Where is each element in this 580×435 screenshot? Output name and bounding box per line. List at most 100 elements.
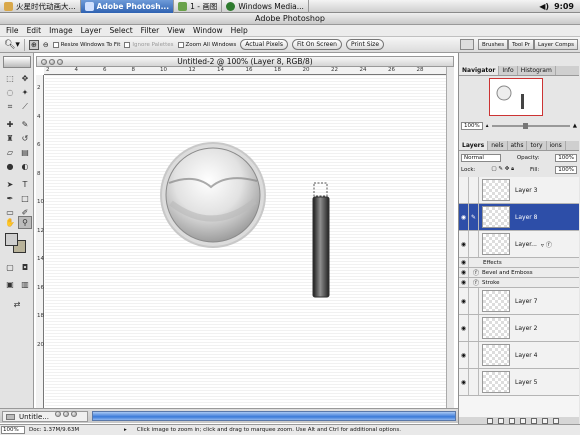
blend-mode-select[interactable]: Normal <box>461 153 501 162</box>
eye-icon[interactable]: ◉ <box>459 369 469 395</box>
palette-well-brushes[interactable]: Brushes <box>477 39 509 50</box>
link-toggle[interactable] <box>469 369 479 395</box>
eye-icon[interactable]: ◉ <box>459 204 469 230</box>
fit-on-screen-button[interactable]: Fit On Screen <box>291 39 342 50</box>
menu-edit[interactable]: Edit <box>23 26 46 35</box>
menu-image[interactable]: Image <box>45 26 77 35</box>
eraser-tool-icon[interactable]: ▱ <box>3 146 17 159</box>
marquee-tool-icon[interactable]: ⬚ <box>3 72 17 85</box>
vertical-scrollbar[interactable] <box>446 67 454 408</box>
layer-row-selected[interactable]: ◉ ✎ Layer 8 <box>459 204 579 231</box>
menu-help[interactable]: Help <box>227 26 252 35</box>
file-browser-icon[interactable] <box>459 39 474 50</box>
screen-mode-standard-icon[interactable]: ▣ <box>3 278 17 291</box>
horizontal-scrollbar[interactable] <box>92 411 456 421</box>
close-window-button[interactable] <box>41 59 47 65</box>
taskbar-item-media-player[interactable]: Windows Media... <box>222 0 309 13</box>
eye-icon[interactable]: ◉ <box>459 268 469 277</box>
ignore-palettes-checkbox[interactable]: Ignore Palettes <box>124 41 174 48</box>
palette-well-tool-presets[interactable]: Tool Pr <box>508 39 534 50</box>
effect-row-stroke[interactable]: ◉ ⓕ Stroke <box>459 278 579 288</box>
jump-to-imageready-icon[interactable]: ⇄ <box>10 298 24 311</box>
horizontal-ruler[interactable]: 2 4 6 8 10 12 14 16 18 20 22 24 26 28 <box>44 67 446 75</box>
zoom-in-icon[interactable]: ⊕ <box>28 39 39 50</box>
type-tool-icon[interactable]: T <box>18 178 32 191</box>
history-brush-tool-icon[interactable]: ↺ <box>18 132 32 145</box>
eye-icon[interactable]: ◉ <box>459 278 469 287</box>
eye-icon[interactable]: ◉ <box>459 231 469 257</box>
mountain-large-icon[interactable]: ▲ <box>573 123 577 129</box>
eye-icon[interactable]: ◉ <box>459 288 469 314</box>
layer-row[interactable]: ◉ Layer... ▿ ⓕ <box>459 231 579 258</box>
gradient-tool-icon[interactable]: ▤ <box>18 146 32 159</box>
navigator-zoom-slider[interactable] <box>491 123 570 129</box>
tab-info[interactable]: Info <box>499 66 518 75</box>
resize-windows-checkbox[interactable]: Resize Windows To Fit <box>52 41 120 48</box>
visibility-toggle[interactable] <box>459 177 469 203</box>
tab-history[interactable]: tory <box>527 141 547 150</box>
link-toggle[interactable] <box>469 342 479 368</box>
tab-layers[interactable]: Layers <box>459 141 489 150</box>
layer-row[interactable]: ◉ Layer 2 <box>459 315 579 342</box>
close-window-button[interactable] <box>55 411 61 417</box>
eye-icon[interactable]: ◉ <box>459 258 469 267</box>
menu-filter[interactable]: Filter <box>137 26 164 35</box>
slider-knob[interactable] <box>522 123 528 129</box>
volume-icon[interactable]: ◀) <box>539 2 549 11</box>
vertical-ruler[interactable]: 2 4 6 8 10 12 14 16 18 20 <box>36 75 44 408</box>
crop-tool-icon[interactable]: ⌗ <box>3 100 17 113</box>
tab-channels[interactable]: nels <box>488 141 508 150</box>
tab-paths[interactable]: aths <box>508 141 528 150</box>
path-selection-tool-icon[interactable]: ➤ <box>3 178 17 191</box>
zoom-tool-preset-icon[interactable]: 🔍︎▾ <box>4 40 20 50</box>
dodge-tool-icon[interactable]: ◐ <box>18 160 32 173</box>
tab-navigator[interactable]: Navigator <box>459 66 500 75</box>
eye-icon[interactable]: ◉ <box>459 342 469 368</box>
hand-tool-icon[interactable]: ✋ <box>3 216 17 229</box>
navigator-preview[interactable] <box>489 78 543 116</box>
lasso-tool-icon[interactable]: ◌ <box>3 86 17 99</box>
palette-well-layer-comps[interactable]: Layer Comps <box>533 39 578 50</box>
link-toggle[interactable] <box>469 177 479 203</box>
zoom-all-windows-checkbox[interactable]: Zoom All Windows <box>177 41 236 48</box>
menu-select[interactable]: Select <box>106 26 137 35</box>
brush-tool-icon[interactable]: ✎ <box>18 118 32 131</box>
quick-mask-icon[interactable]: ◘ <box>18 261 32 274</box>
layer-row[interactable]: ◉ Layer 4 <box>459 342 579 369</box>
zoom-window-button[interactable] <box>57 59 63 65</box>
blur-tool-icon[interactable]: ● <box>3 160 17 173</box>
taskbar-item-photoshop[interactable]: Adobe Photosh... <box>80 0 175 13</box>
link-toggle[interactable] <box>469 315 479 341</box>
effects-icon[interactable]: ▿ ⓕ <box>541 240 552 249</box>
pen-tool-icon[interactable]: ✒ <box>3 192 17 205</box>
eye-icon[interactable]: ◉ <box>459 315 469 341</box>
canvas[interactable] <box>45 75 446 408</box>
healing-brush-tool-icon[interactable]: ✚ <box>3 118 17 131</box>
layer-row[interactable]: ◉ Layer 7 <box>459 288 579 315</box>
link-toggle[interactable] <box>469 231 479 257</box>
lock-icons[interactable]: ▢ ✎ ✥ 🔒︎ <box>491 166 514 173</box>
zoom-out-icon[interactable]: ⊖ <box>43 41 49 49</box>
effect-row-bevel[interactable]: ◉ ⓕ Bevel and Emboss <box>459 268 579 278</box>
link-toggle[interactable] <box>469 288 479 314</box>
magic-wand-tool-icon[interactable]: ✦ <box>18 86 32 99</box>
effects-row[interactable]: ◉ Effects <box>459 258 579 268</box>
print-size-button[interactable]: Print Size <box>346 39 385 50</box>
tab-histogram[interactable]: Histogram <box>518 66 556 75</box>
navigator-zoom-value[interactable]: 100% <box>461 122 483 130</box>
shape-tool-icon[interactable]: □ <box>18 192 32 205</box>
menu-file[interactable]: File <box>2 26 23 35</box>
menu-window[interactable]: Window <box>189 26 227 35</box>
minimize-window-button[interactable] <box>49 59 55 65</box>
clone-stamp-tool-icon[interactable]: ♜ <box>3 132 17 145</box>
standard-mode-icon[interactable]: ▢ <box>3 261 17 274</box>
slice-tool-icon[interactable]: ⟋ <box>18 100 32 113</box>
layer-row[interactable]: Layer 3 <box>459 177 579 204</box>
document-size[interactable]: Doc: 1.37M/9.63M <box>29 427 124 433</box>
taskbar-item-huoxing[interactable]: 火星时代动画大... <box>0 0 81 13</box>
opacity-field[interactable]: 100% <box>555 153 577 162</box>
zoom-window-button[interactable] <box>71 411 77 417</box>
arrow-right-icon[interactable]: ▸ <box>124 427 127 433</box>
layer-row[interactable]: ◉ Layer 5 <box>459 369 579 396</box>
menu-view[interactable]: View <box>163 26 189 35</box>
